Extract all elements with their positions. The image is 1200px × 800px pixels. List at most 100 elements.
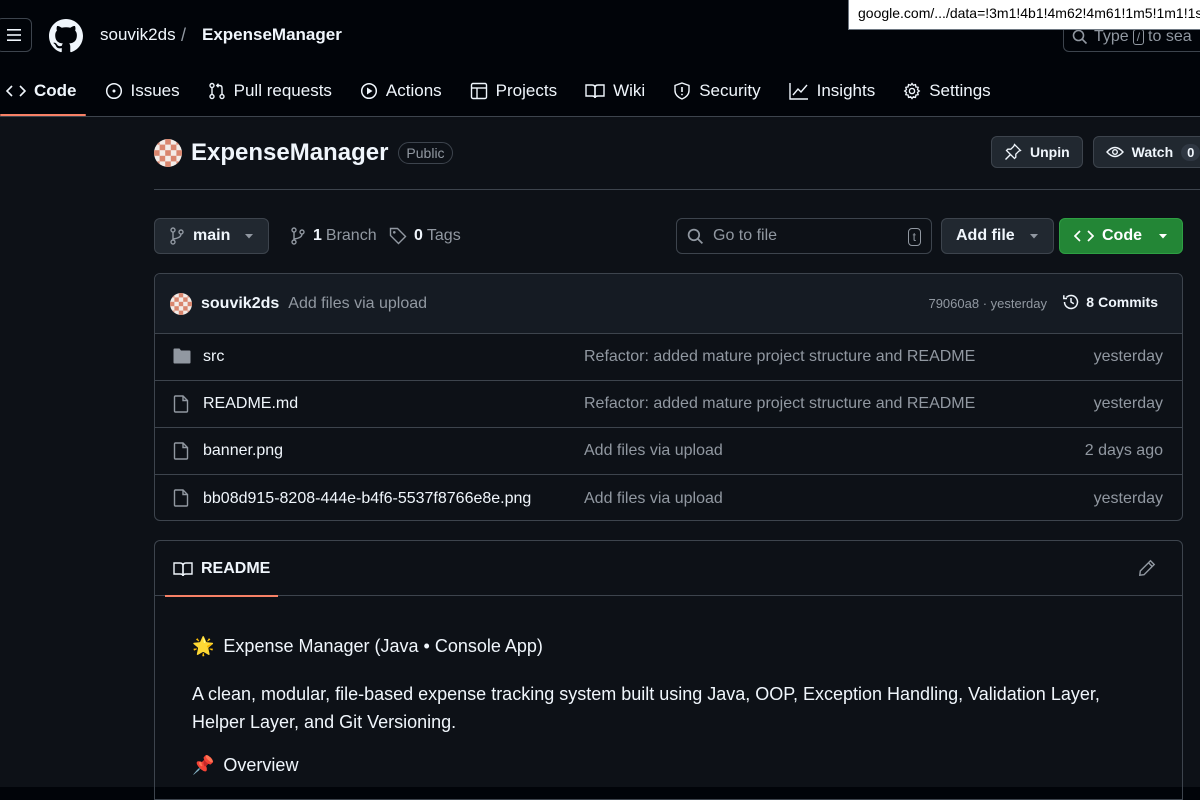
issue-icon	[105, 82, 122, 100]
repo-header: ExpenseManager Public	[154, 139, 453, 167]
search-prefix-text: Type	[1094, 28, 1129, 45]
github-logo-icon[interactable]	[49, 19, 83, 53]
unpin-label: Unpin	[1030, 144, 1070, 160]
file-icon	[173, 442, 189, 460]
watch-count: 0	[1181, 143, 1200, 161]
avatar-identicon-icon	[154, 139, 182, 167]
search-icon	[1072, 29, 1088, 45]
avatar[interactable]	[170, 292, 192, 315]
readme-section-text: Overview	[223, 755, 299, 775]
file-name-link[interactable]: src	[203, 348, 224, 366]
unpin-button[interactable]: Unpin	[991, 136, 1083, 168]
search-icon	[687, 228, 704, 244]
code-icon	[1074, 230, 1094, 242]
table-row[interactable]: bb08d915-8208-444e-b4f6-5537f8766e8e.png…	[155, 475, 1182, 520]
tab-insights[interactable]: Insights	[780, 72, 885, 110]
tab-label: Wiki	[613, 81, 646, 100]
star-emoji-icon: 🌟	[192, 636, 215, 656]
pin-icon	[1005, 143, 1022, 160]
avatar[interactable]	[154, 139, 182, 167]
tag-icon	[389, 227, 407, 245]
graph-icon	[788, 83, 808, 100]
repo-title[interactable]: ExpenseManager	[191, 139, 388, 167]
file-name-link[interactable]: banner.png	[203, 442, 283, 460]
file-icon	[173, 395, 189, 413]
file-name-link[interactable]: README.md	[203, 395, 298, 413]
tab-label: Code	[34, 81, 77, 100]
book-icon	[585, 84, 605, 99]
file-commit-message[interactable]: Refactor: added mature project structure…	[584, 395, 975, 413]
pencil-icon[interactable]	[1138, 559, 1156, 577]
file-commit-message[interactable]: Add files via upload	[584, 442, 723, 460]
readme-header: README	[155, 541, 1182, 597]
commit-author-link[interactable]: souvik2ds	[201, 295, 279, 313]
commits-count: 8	[1086, 294, 1095, 310]
tab-label: Issues	[130, 81, 180, 100]
pushpin-emoji-icon: 📌	[192, 755, 215, 775]
gear-icon	[903, 82, 921, 100]
hamburger-icon	[7, 29, 21, 41]
search-suffix-text: to sea	[1148, 28, 1192, 45]
file-icon	[173, 489, 189, 507]
caret-down-icon	[245, 234, 254, 239]
table-row[interactable]: banner.png Add files via upload 2 days a…	[155, 428, 1182, 475]
tag-count: 0	[414, 227, 423, 244]
go-to-file-shortcut: t	[907, 228, 921, 246]
code-button-label: Code	[1102, 227, 1142, 244]
watch-label: Watch	[1131, 144, 1174, 160]
tab-pull-requests[interactable]: Pull requests	[199, 72, 341, 110]
branch-select-button[interactable]: main	[154, 218, 270, 254]
go-to-file-input[interactable]: Go to file t	[676, 218, 932, 254]
tab-actions[interactable]: Actions	[351, 72, 451, 110]
tab-wiki[interactable]: Wiki	[576, 72, 654, 110]
eye-icon	[1105, 146, 1124, 158]
play-icon	[360, 82, 377, 100]
avatar-identicon-icon	[170, 292, 192, 315]
url-tooltip: google.com/.../data=!3m1!4b1!4m62!4m61!1…	[848, 0, 1200, 30]
branch-count: 1	[313, 227, 322, 244]
commit-message-link[interactable]: Add files via upload	[288, 295, 427, 313]
menu-button[interactable]	[0, 18, 32, 52]
folder-icon	[173, 348, 191, 364]
tab-label: Insights	[816, 81, 876, 100]
breadcrumb-separator: /	[181, 25, 187, 45]
add-file-button[interactable]: Add file	[941, 218, 1054, 254]
caret-down-icon	[1159, 234, 1167, 239]
tab-readme[interactable]: README	[165, 541, 279, 597]
tags-link[interactable]: 0 Tags	[389, 227, 461, 245]
tab-label: Settings	[929, 81, 991, 100]
repo-actions: Unpin Watch 0	[991, 136, 1200, 168]
file-name-link[interactable]: bb08d915-8208-444e-b4f6-5537f8766e8e.png	[203, 490, 531, 508]
tab-settings[interactable]: Settings	[894, 72, 999, 110]
commit-hash-time[interactable]: 79060a8 · yesterday	[928, 296, 1047, 311]
commits-history-link[interactable]: 8 Commits	[1062, 293, 1158, 311]
file-commit-message[interactable]: Add files via upload	[584, 490, 723, 508]
readme-paragraph: A clean, modular, file-based expense tra…	[192, 684, 1100, 732]
readme-section-heading: 📌 Overview	[192, 755, 298, 776]
tab-label: Security	[699, 81, 761, 100]
owner-link[interactable]: souvik2ds	[100, 25, 176, 45]
branches-link[interactable]: 1 Branch	[290, 227, 377, 245]
tab-code[interactable]: Code	[0, 72, 86, 116]
search-shortcut-key: /	[1132, 29, 1145, 45]
tab-label: Projects	[495, 81, 558, 100]
branch-count-label: Branch	[325, 227, 377, 244]
tab-label: Pull requests	[233, 81, 332, 100]
code-dropdown-button[interactable]: Code	[1059, 218, 1183, 254]
tab-projects[interactable]: Projects	[461, 72, 566, 110]
commits-label: Commits	[1098, 294, 1158, 310]
table-row[interactable]: src Refactor: added mature project struc…	[155, 334, 1182, 381]
tag-count-label: Tags	[426, 227, 461, 244]
file-commit-message[interactable]: Refactor: added mature project structure…	[584, 348, 975, 366]
table-row[interactable]: README.md Refactor: added mature project…	[155, 381, 1182, 428]
tab-issues[interactable]: Issues	[96, 72, 189, 110]
watch-button[interactable]: Watch 0	[1092, 136, 1200, 168]
readme-heading-text: Expense Manager (Java • Console App)	[223, 636, 543, 656]
caret-down-icon	[1029, 234, 1038, 239]
repo-nav: Code Issues Pull requests Actions Projec…	[0, 72, 1010, 117]
header-divider	[154, 189, 1200, 190]
tab-security[interactable]: Security	[664, 72, 769, 110]
repo-breadcrumb-link[interactable]: ExpenseManager	[202, 25, 342, 45]
file-commit-date: yesterday	[1093, 395, 1163, 412]
branch-name: main	[193, 227, 231, 244]
